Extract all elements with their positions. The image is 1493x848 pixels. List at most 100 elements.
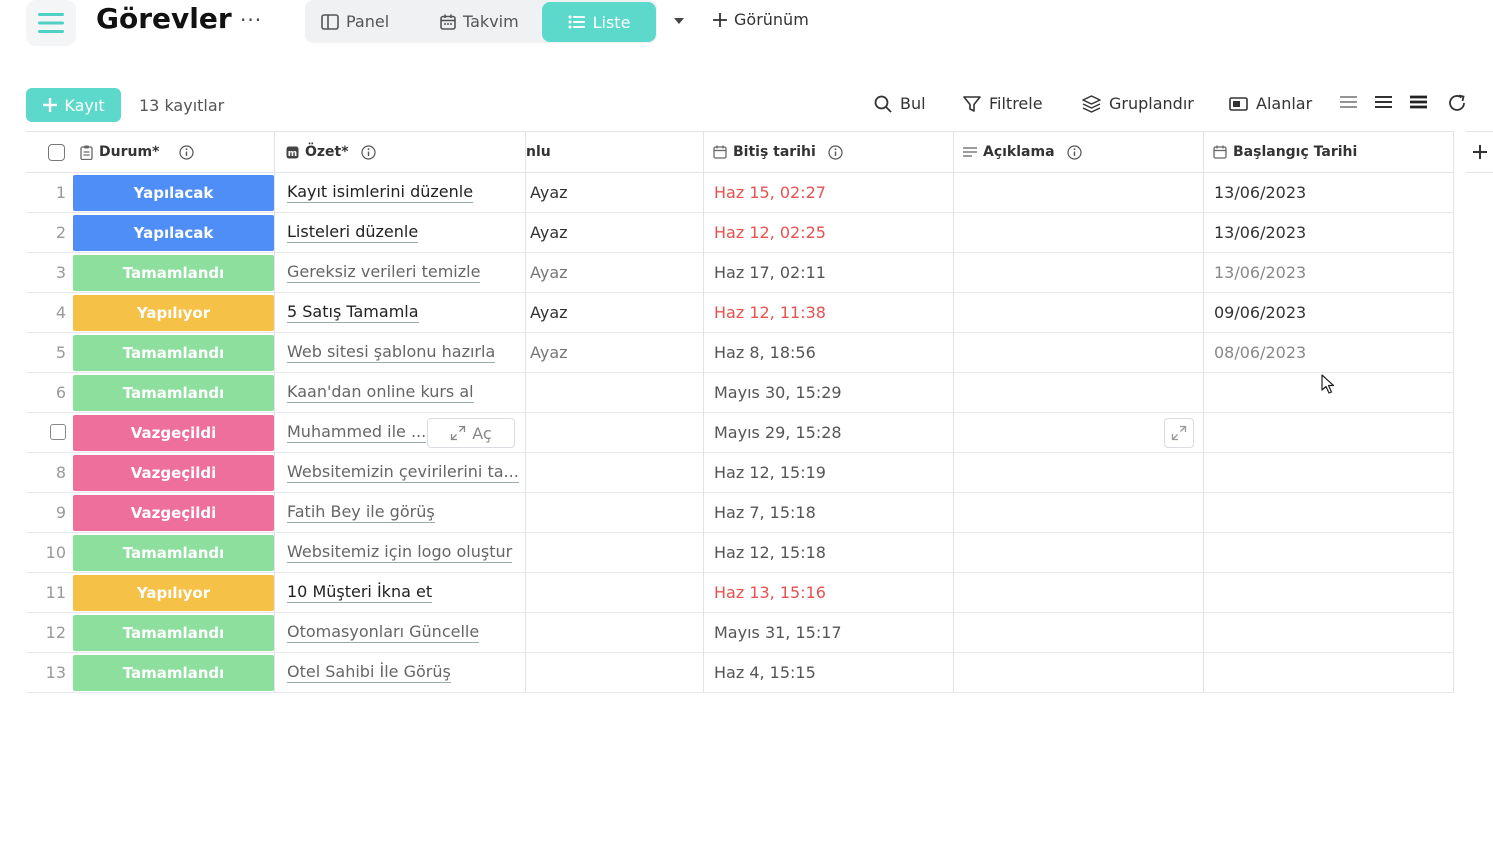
column-header-summary[interactable]: m Özet* [275,131,525,173]
due-date-cell[interactable]: Haz 15, 02:27 [714,173,944,212]
due-date-cell[interactable]: Haz 13, 15:16 [714,573,944,612]
info-icon[interactable] [179,144,194,160]
table-row[interactable]: 1 Yapılacak Kayıt isimlerini düzenle Ayaz Ha… [26,173,1454,213]
table-row[interactable]: 12 Tamamlandı Otomasyonları Güncelle Mayıs … [26,613,1454,653]
tab-list[interactable]: Liste [542,2,656,42]
row-height-medium-button[interactable] [1375,94,1392,110]
tab-calendar[interactable]: Takvim [440,0,519,43]
row-height-large-button[interactable] [1410,94,1427,110]
start-date-cell[interactable] [1214,613,1444,652]
status-badge[interactable]: Vazgeçildi [73,455,274,491]
start-date-cell[interactable]: 13/06/2023 [1214,213,1444,252]
owner-cell[interactable] [530,373,700,412]
filter-button[interactable]: Filtrele [963,94,1043,113]
status-badge[interactable]: Tamamlandı [73,255,274,291]
description-cell[interactable] [954,453,1203,492]
column-header-start[interactable]: Başlangıç Tarihi [1204,131,1454,173]
description-cell[interactable] [954,173,1203,212]
start-date-cell[interactable] [1214,453,1444,492]
description-cell[interactable] [954,573,1203,612]
column-header-status[interactable]: Durum* [26,131,274,173]
table-row[interactable]: 3 Tamamlandı Gereksiz verileri temizle Ayaz… [26,253,1454,293]
status-badge[interactable]: Tamamlandı [73,615,274,651]
select-all-checkbox[interactable] [48,144,65,161]
add-column-button[interactable] [1466,131,1493,173]
description-cell[interactable] [954,613,1203,652]
owner-cell[interactable] [530,573,700,612]
due-date-cell[interactable]: Haz 8, 18:56 [714,333,944,372]
status-badge[interactable]: Tamamlandı [73,655,274,691]
status-badge[interactable]: Yapılıyor [73,295,274,331]
start-date-cell[interactable] [1214,533,1444,572]
owner-cell[interactable] [530,453,700,492]
description-cell[interactable] [954,293,1203,332]
status-badge[interactable]: Vazgeçildi [73,495,274,531]
start-date-cell[interactable] [1214,573,1444,612]
group-button[interactable]: Gruplandır [1082,94,1194,113]
description-cell[interactable] [954,533,1203,572]
table-row[interactable]: 4 Yapılıyor 5 Satış Tamamla Ayaz Haz 12, 11:… [26,293,1454,333]
summary-cell[interactable]: Websitemizin çevirilerini ta... [287,453,525,492]
row-checkbox[interactable] [50,424,66,440]
chevron-down-icon[interactable] [672,14,686,28]
due-date-cell[interactable]: Mayıs 31, 15:17 [714,613,944,652]
start-date-cell[interactable]: 09/06/2023 [1214,293,1444,332]
owner-cell[interactable] [530,413,700,452]
summary-cell[interactable]: Gereksiz verileri temizle [287,253,525,292]
description-cell[interactable] [954,253,1203,292]
row-height-small-button[interactable] [1340,94,1357,110]
table-row[interactable]: 11 Yapılıyor 10 Müşteri İkna et Haz 13, 15:… [26,573,1454,613]
table-row[interactable]: 13 Tamamlandı Otel Sahibi İle Görüş Haz 4, … [26,653,1454,693]
start-date-cell[interactable] [1214,413,1444,452]
due-date-cell[interactable]: Haz 12, 15:18 [714,533,944,572]
due-date-cell[interactable]: Haz 12, 15:19 [714,453,944,492]
due-date-cell[interactable]: Mayıs 30, 15:29 [714,373,944,412]
status-badge[interactable]: Tamamlandı [73,335,274,371]
due-date-cell[interactable]: Mayıs 29, 15:28 [714,413,944,452]
menu-button[interactable] [26,0,76,46]
summary-cell[interactable]: 10 Müşteri İkna et [287,573,525,612]
more-options-icon[interactable]: ··· [240,8,262,32]
start-date-cell[interactable]: 13/06/2023 [1214,173,1444,212]
start-date-cell[interactable] [1214,653,1444,692]
table-row[interactable]: 2 Yapılacak Listeleri düzenle Ayaz Haz 12, 0… [26,213,1454,253]
start-date-cell[interactable]: 13/06/2023 [1214,253,1444,292]
info-icon[interactable] [360,144,376,160]
owner-cell[interactable] [530,533,700,572]
add-record-button[interactable]: Kayıt [26,88,121,122]
status-badge[interactable]: Yapılıyor [73,575,274,611]
start-date-cell[interactable]: 08/06/2023 [1214,333,1444,372]
info-icon[interactable] [1066,144,1082,160]
start-date-cell[interactable] [1214,493,1444,532]
due-date-cell[interactable]: Haz 7, 15:18 [714,493,944,532]
open-record-button[interactable]: Aç [427,418,515,448]
table-row[interactable]: 9 Vazgeçildi Fatih Bey ile görüş Haz 7, 15:… [26,493,1454,533]
table-row[interactable]: 10 Tamamlandı Websitemiz için logo oluştur… [26,533,1454,573]
add-view-button[interactable]: Görünüm [712,10,809,29]
owner-cell[interactable]: Ayaz [530,213,700,252]
summary-cell[interactable]: 5 Satış Tamamla [287,293,525,332]
summary-cell[interactable]: Websitemiz için logo oluştur [287,533,525,572]
summary-cell[interactable]: Otomasyonları Güncelle [287,613,525,652]
table-row[interactable]: Vazgeçildi Muhammed ile ... Aç Mayıs 29, 15… [26,413,1454,453]
table-row[interactable]: 5 Tamamlandı Web sitesi şablonu hazırla Aya… [26,333,1454,373]
owner-cell[interactable] [530,613,700,652]
column-header-description[interactable]: Açıklama [954,131,1203,173]
status-badge[interactable]: Vazgeçildi [73,415,274,451]
find-button[interactable]: Bul [874,94,926,113]
owner-cell[interactable] [530,493,700,532]
summary-cell[interactable]: Web sitesi şablonu hazırla [287,333,525,372]
due-date-cell[interactable]: Haz 12, 11:38 [714,293,944,332]
owner-cell[interactable]: Ayaz [530,173,700,212]
owner-cell[interactable] [530,653,700,692]
tab-panel[interactable]: Panel [321,0,389,43]
summary-cell[interactable]: Listeleri düzenle [287,213,525,252]
description-cell[interactable] [954,333,1203,372]
owner-cell[interactable]: Ayaz [530,333,700,372]
status-badge[interactable]: Tamamlandı [73,375,274,411]
description-cell[interactable] [954,493,1203,532]
due-date-cell[interactable]: Haz 4, 15:15 [714,653,944,692]
description-cell[interactable] [954,653,1203,692]
due-date-cell[interactable]: Haz 17, 02:11 [714,253,944,292]
summary-cell[interactable]: Kaan'dan online kurs al [287,373,525,412]
